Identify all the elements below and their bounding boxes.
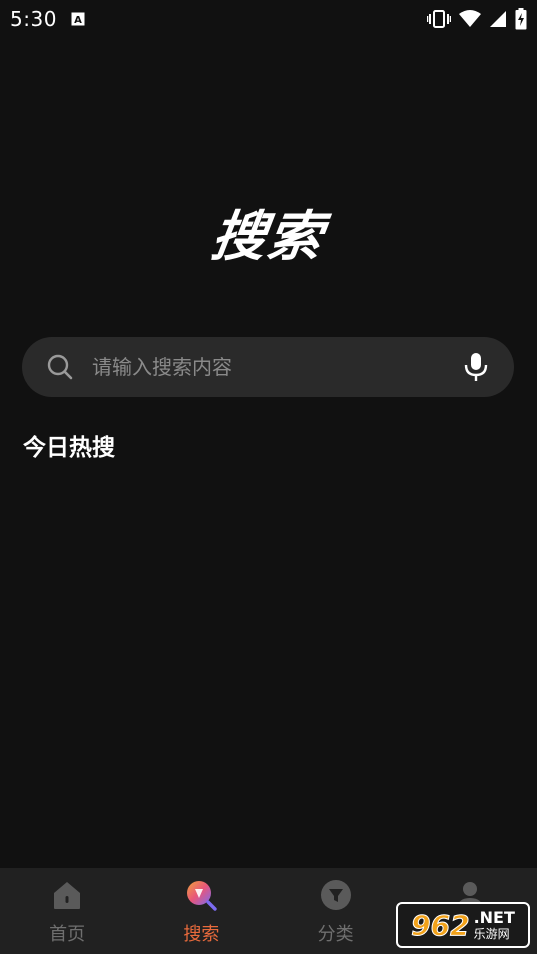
search-icon <box>46 353 74 381</box>
watermark-net: .NET <box>473 908 515 927</box>
watermark-logo: 962 .NET 乐游网 <box>396 902 530 948</box>
search-bar[interactable] <box>22 337 514 397</box>
watermark-number: 962 <box>411 908 470 942</box>
watermark-cn: 乐游网 <box>473 927 510 941</box>
tab-label-search: 搜索 <box>183 924 220 945</box>
tab-label-home: 首页 <box>49 924 86 945</box>
status-time: 5:30 <box>10 7 57 31</box>
status-bar: 5:30 A <box>0 0 537 38</box>
wifi-icon <box>459 10 481 28</box>
filter-icon <box>319 878 353 912</box>
notification-a-icon: A <box>71 12 85 26</box>
signal-icon <box>489 10 507 28</box>
svg-text:A: A <box>74 15 82 26</box>
search-input[interactable] <box>90 354 452 380</box>
battery-charging-icon <box>515 8 527 30</box>
search-tab-icon <box>184 878 218 912</box>
tab-search[interactable]: 搜索 <box>134 868 268 954</box>
vibrate-icon <box>427 9 451 29</box>
tab-home[interactable]: 首页 <box>0 868 134 954</box>
page-title: 搜索 <box>207 205 329 268</box>
microphone-icon[interactable] <box>462 351 490 383</box>
hot-search-title: 今日热搜 <box>23 435 115 461</box>
tab-category[interactable]: 分类 <box>269 868 403 954</box>
home-icon <box>50 878 84 912</box>
tab-label-category: 分类 <box>317 924 354 945</box>
